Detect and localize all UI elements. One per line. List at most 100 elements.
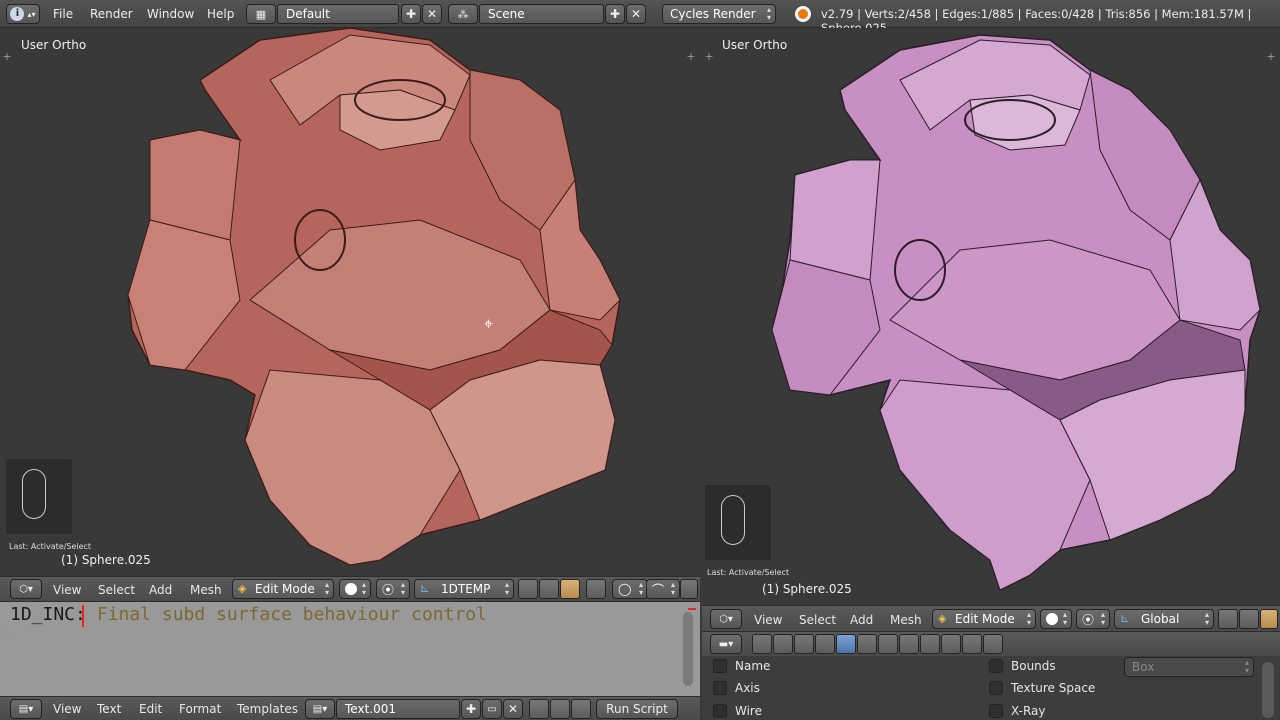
editor-type-button[interactable]: ▬▾ (710, 634, 742, 654)
open-text-button[interactable]: ▭ (482, 699, 502, 719)
edge-select-button[interactable] (539, 579, 559, 599)
viewport-left[interactable]: User Ortho + + ⌖ Last: Activate/Select (… (0, 28, 700, 576)
face-select-button[interactable] (1260, 609, 1278, 629)
3d-view-icon: ⬡▾ (719, 613, 733, 625)
transform-orientation-dropdown[interactable]: ⊾ 1DTEMP ▴ ▾ (414, 579, 514, 599)
render-engine-dropdown[interactable]: Cycles Render ▴ ▾ (662, 4, 776, 24)
menu-edit[interactable]: Edit (139, 702, 162, 716)
menu-window[interactable]: Window (147, 7, 194, 21)
pivot-dropdown[interactable]: ⦿ ▴ ▾ (1076, 609, 1110, 629)
bounds-label: Bounds (1011, 659, 1056, 673)
chevron-down-icon: ▴▾ (324, 580, 329, 597)
scene-button[interactable]: ⁂ (448, 4, 478, 24)
xray-checkbox[interactable] (989, 704, 1003, 718)
limit-selection-button[interactable] (586, 579, 606, 599)
menu-select[interactable]: Select (799, 613, 836, 627)
transform-orientation-dropdown[interactable]: ⊾ Global ▴ ▾ (1114, 609, 1214, 629)
menu-view[interactable]: View (754, 613, 782, 627)
xray-label: X-Ray (1011, 704, 1046, 718)
menu-file[interactable]: File (53, 7, 73, 21)
rose-mesh-left (127, 28, 621, 566)
remove-layout-button[interactable]: ✕ (422, 4, 442, 24)
render-layers-tab[interactable] (773, 634, 793, 654)
editor-type-button[interactable]: ⬡▾ (10, 579, 42, 599)
word-wrap-toggle[interactable] (550, 699, 570, 719)
text-scrollbar[interactable] (683, 612, 693, 686)
unlink-text-button[interactable]: ✕ (503, 699, 523, 719)
name-checkbox[interactable] (713, 659, 727, 673)
text-editor-area[interactable]: 1D_INC: Final subd surface behaviour con… (0, 601, 700, 696)
editor-type-button[interactable]: i ▴▾ (6, 4, 40, 24)
bounds-checkbox[interactable] (989, 659, 1003, 673)
editor-type-button[interactable]: ▤▾ (10, 699, 42, 719)
properties-scrollbar[interactable] (1262, 662, 1274, 718)
remove-scene-button[interactable]: ✕ (626, 4, 646, 24)
vertex-select-button[interactable] (1218, 609, 1238, 629)
particles-tab[interactable] (962, 634, 982, 654)
chevron-down-icon: ▴▾ (638, 580, 643, 597)
constraints-tab[interactable] (857, 634, 877, 654)
shading-dropdown[interactable]: ▴ ▾ (339, 579, 371, 599)
text-browse-button[interactable]: ▤▾ (305, 699, 335, 719)
3d-cursor-icon[interactable]: ⌖ (484, 314, 493, 334)
mouse-indicator-panel (705, 485, 771, 560)
axis-checkbox[interactable] (713, 681, 727, 695)
screen-layout-field[interactable]: Default (277, 4, 399, 24)
syntax-highlight-toggle[interactable] (571, 699, 591, 719)
chevron-down-icon: ▴▾ (1204, 610, 1209, 627)
data-tab[interactable] (899, 634, 919, 654)
menu-templates[interactable]: Templates (237, 702, 298, 716)
render-tab[interactable] (752, 634, 772, 654)
text-editor-header: ▤▾ View Text Edit Format Templates ▤▾ Te… (0, 696, 700, 720)
proportional-icon: ◯ (618, 582, 632, 596)
wire-checkbox[interactable] (713, 704, 727, 718)
menu-select[interactable]: Select (98, 583, 135, 597)
object-tab[interactable] (836, 634, 856, 654)
mode-dropdown[interactable]: ◈ Edit Mode ▴ ▾ (232, 579, 334, 599)
text-file-icon: ▤▾ (312, 703, 328, 715)
scene-tab[interactable] (794, 634, 814, 654)
menu-help[interactable]: Help (207, 7, 234, 21)
blender-logo-icon (795, 6, 811, 22)
menu-add[interactable]: Add (850, 613, 873, 627)
viewport-right[interactable]: User Ortho + + Last: Activate/Select (1)… (702, 28, 1280, 605)
modifiers-tab[interactable] (878, 634, 898, 654)
edge-select-button[interactable] (1239, 609, 1259, 629)
menu-add[interactable]: Add (149, 583, 172, 597)
run-script-button[interactable]: Run Script (596, 699, 678, 719)
menu-view[interactable]: View (53, 702, 81, 716)
new-text-button[interactable]: ✚ (461, 699, 481, 719)
texture-space-checkbox[interactable] (989, 681, 1003, 695)
falloff-dropdown[interactable]: ⌒ ▴ ▾ (646, 579, 680, 599)
pivot-dropdown[interactable]: ⦿ ▴ ▾ (376, 579, 410, 599)
texture-tab[interactable] (941, 634, 961, 654)
mode-dropdown[interactable]: ◈ Edit Mode ▴ ▾ (932, 609, 1036, 629)
shading-dropdown[interactable]: ▴ ▾ (1040, 609, 1072, 629)
material-tab[interactable] (920, 634, 940, 654)
menu-text[interactable]: Text (97, 702, 121, 716)
world-tab[interactable] (815, 634, 835, 654)
solid-shading-icon (1046, 613, 1058, 625)
proportional-edit-dropdown[interactable]: ◯ ▴ ▾ (612, 579, 648, 599)
menu-render[interactable]: Render (90, 7, 133, 21)
text-datablock-field[interactable]: Text.001 (336, 699, 460, 719)
add-layout-button[interactable]: ✚ (401, 4, 421, 24)
wire-label: Wire (735, 704, 762, 718)
text-tools-toggle[interactable]: + (2, 628, 12, 639)
menu-view[interactable]: View (53, 583, 81, 597)
add-scene-button[interactable]: ✚ (605, 4, 625, 24)
physics-tab[interactable] (983, 634, 1003, 654)
vertex-select-button[interactable] (518, 579, 538, 599)
editor-type-button[interactable]: ⬡▾ (710, 609, 742, 629)
axis-icon: ⊾ (420, 581, 431, 595)
screen-layout-button[interactable]: ▦ (246, 4, 276, 24)
face-select-button[interactable] (560, 579, 580, 599)
plus-icon: ✚ (465, 702, 477, 716)
menu-format[interactable]: Format (179, 702, 221, 716)
snap-button[interactable] (680, 579, 698, 599)
bounds-type-dropdown[interactable]: Box ▴ ▾ (1124, 657, 1254, 677)
scene-field[interactable]: Scene (479, 4, 604, 24)
menu-mesh[interactable]: Mesh (890, 613, 922, 627)
line-numbers-toggle[interactable] (529, 699, 549, 719)
menu-mesh[interactable]: Mesh (190, 583, 222, 597)
